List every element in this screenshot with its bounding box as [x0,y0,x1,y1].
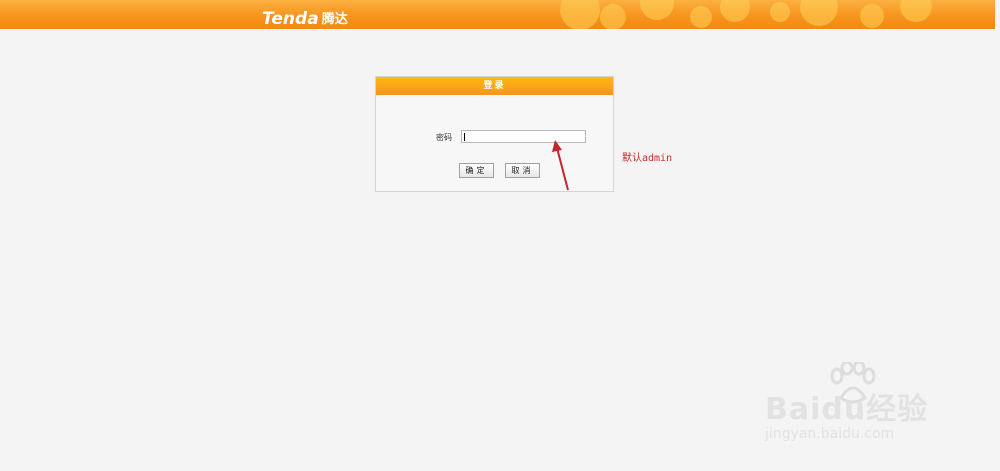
confirm-button[interactable]: 确定 [459,163,494,178]
logo-text-cn: 腾达 [321,12,348,27]
password-label: 密码 [436,133,452,142]
watermark-url: jingyan.baidu.com [765,426,895,442]
login-title: 登录 [376,77,613,95]
top-banner: Tenda 腾达 [0,0,995,29]
text-caret [464,133,465,141]
logo-text-en: Tenda [262,9,319,29]
tenda-logo: Tenda 腾达 [262,9,348,29]
baidu-watermark: Baidu经验 jingyan.baidu.com [765,362,965,452]
annotation-note: 默认admin [622,153,673,164]
watermark-brand: Baidu经验 [765,392,929,427]
password-input[interactable] [461,130,586,143]
login-dialog: 登录 密码 确定 取消 [375,76,614,192]
cancel-button[interactable]: 取消 [505,163,540,178]
router-login-page: Tenda 腾达 登录 密码 确定 取消 默认admin Baidu经验 jin… [0,0,1000,471]
